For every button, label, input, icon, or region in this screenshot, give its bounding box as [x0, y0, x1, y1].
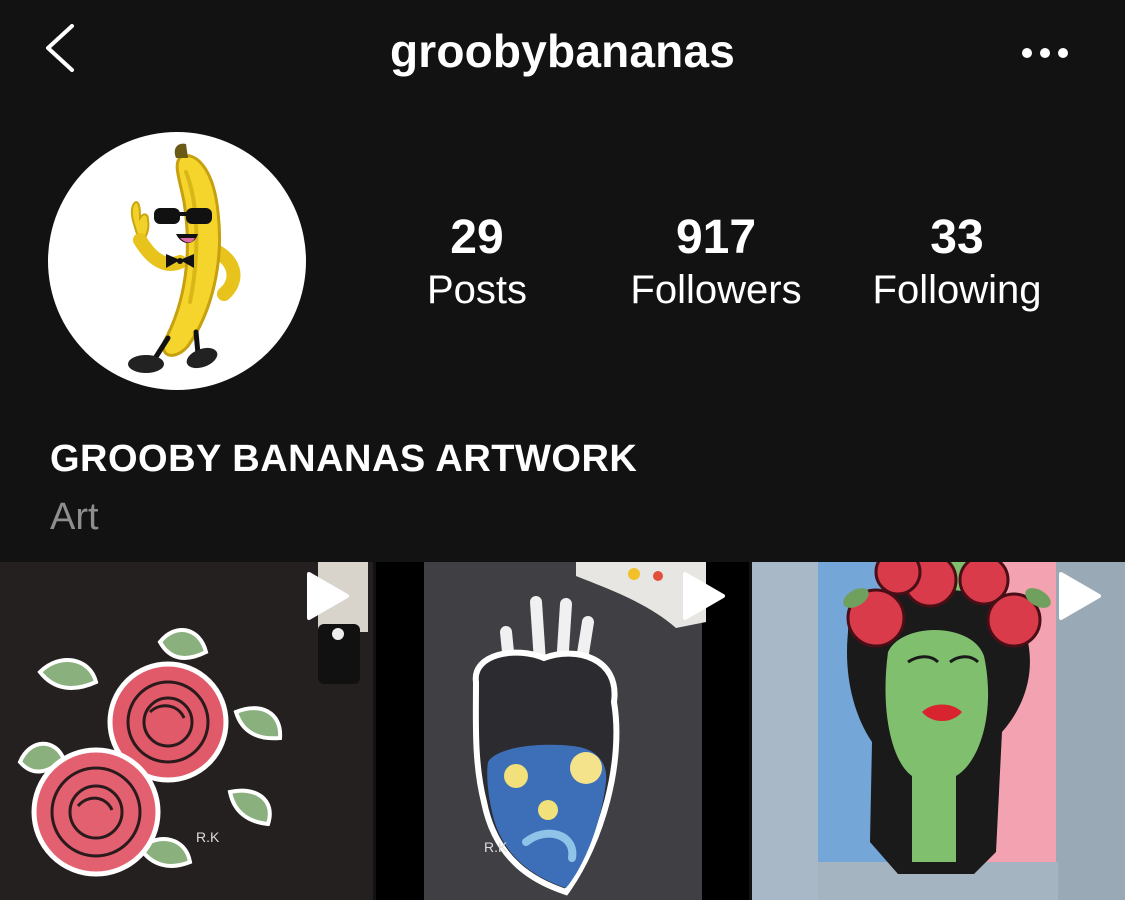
- post-thumbnail-portrait[interactable]: [752, 562, 1125, 900]
- profile-page: groobybananas 29 Posts 917 Followers 33 …: [0, 0, 1125, 900]
- posts-label: Posts: [426, 268, 528, 312]
- profile-category: Art: [50, 496, 99, 538]
- more-horizontal-icon: [1022, 48, 1068, 58]
- top-bar: groobybananas: [0, 0, 1125, 110]
- following-count: 33: [930, 211, 984, 264]
- svg-text:R.K: R.K: [196, 829, 220, 845]
- posts-grid: R.K R.K: [0, 562, 1125, 900]
- svg-text:R.K: R.K: [484, 839, 508, 855]
- display-name: GROOBY BANANAS ARTWORK: [50, 438, 638, 480]
- post-thumbnail-heart[interactable]: R.K: [376, 562, 749, 900]
- posts-stat[interactable]: 29 Posts: [367, 210, 587, 314]
- posts-count: 29: [450, 211, 504, 264]
- followers-count: 917: [675, 211, 757, 264]
- video-play-icon: [683, 572, 725, 620]
- following-stat[interactable]: 33 Following: [847, 210, 1067, 314]
- post-thumbnail-roses[interactable]: R.K: [0, 562, 373, 900]
- video-play-icon: [1059, 572, 1101, 620]
- following-label: Following: [872, 268, 1042, 312]
- profile-username-title: groobybananas: [389, 25, 736, 77]
- video-play-icon: [307, 572, 349, 620]
- more-options-button[interactable]: [1021, 38, 1073, 68]
- followers-stat[interactable]: 917 Followers: [606, 210, 826, 314]
- profile-stats: 29 Posts 917 Followers 33 Following: [0, 210, 1125, 320]
- followers-label: Followers: [630, 268, 802, 312]
